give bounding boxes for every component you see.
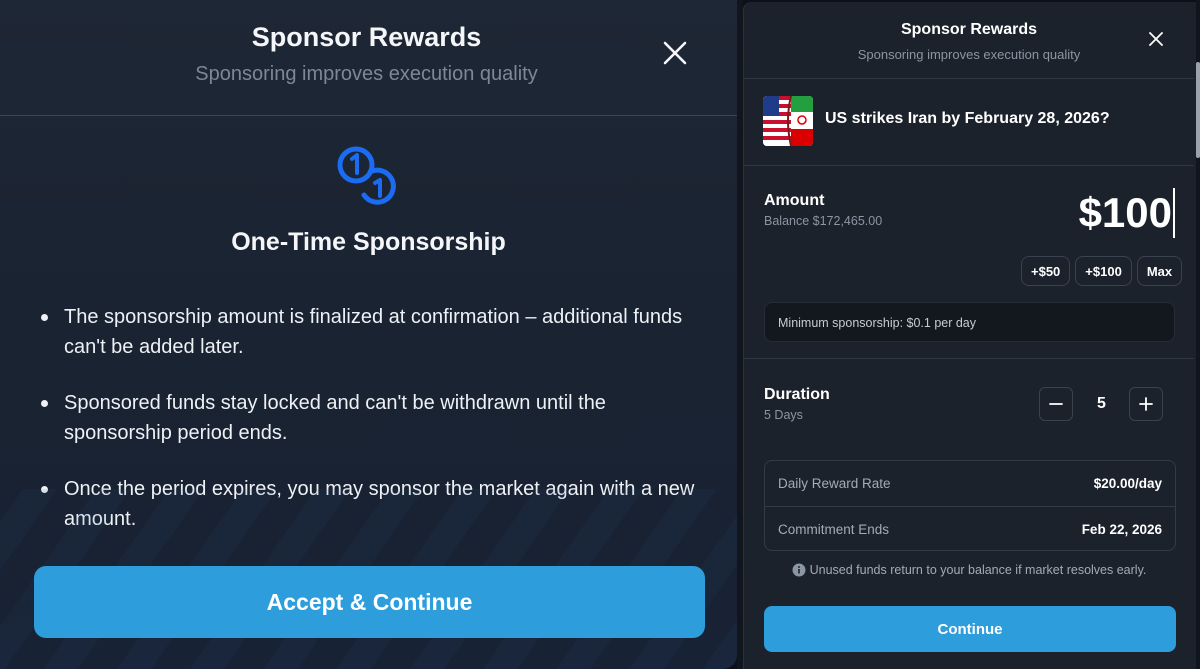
- duration-label: Duration: [764, 386, 830, 403]
- decrease-duration-button[interactable]: [1039, 387, 1073, 421]
- modal-header: Sponsor Rewards Sponsoring improves exec…: [0, 0, 737, 116]
- balance-text: Balance $172,465.00: [764, 214, 883, 228]
- note-text: Unused funds return to your balance if m…: [809, 563, 1147, 577]
- quick-amount-buttons: +$50 +$100 Max: [1021, 256, 1183, 286]
- market-image: [763, 96, 813, 146]
- sponsor-rewards-modal: Sponsor Rewards Sponsoring improves exec…: [743, 2, 1200, 669]
- close-icon[interactable]: [1146, 29, 1166, 49]
- minus-icon: [1049, 403, 1063, 405]
- add-50-button[interactable]: +$50: [1021, 256, 1071, 286]
- row-value: Feb 22, 2026: [1081, 522, 1162, 537]
- sponsorship-summary: Daily Reward Rate $20.00/day Commitment …: [764, 460, 1176, 551]
- sponsorship-heading: One-Time Sponsorship: [231, 228, 506, 256]
- list-item: The sponsorship amount is finalized at c…: [40, 302, 710, 362]
- increase-duration-button[interactable]: [1129, 387, 1163, 421]
- accept-continue-button[interactable]: Accept & Continue: [34, 566, 705, 638]
- daily-reward-rate-row: Daily Reward Rate $20.00/day: [765, 461, 1175, 506]
- scrollbar[interactable]: [1196, 0, 1200, 669]
- amount-input[interactable]: $100: [1079, 188, 1175, 238]
- modal-title: Sponsor Rewards: [251, 22, 482, 52]
- list-item: Sponsored funds stay locked and can't be…: [40, 388, 710, 448]
- row-label: Commitment Ends: [778, 522, 890, 537]
- max-button[interactable]: Max: [1136, 256, 1183, 286]
- modal-title: Sponsor Rewards: [900, 21, 1038, 38]
- coins-icon: [334, 143, 402, 209]
- plus-icon: [1139, 397, 1153, 411]
- continue-button[interactable]: Continue: [764, 606, 1176, 652]
- modal-subtitle: Sponsoring improves execution quality: [195, 63, 538, 85]
- modal-subtitle: Sponsoring improves execution quality: [857, 47, 1081, 62]
- close-icon[interactable]: [658, 36, 692, 70]
- list-item: Once the period expires, you may sponsor…: [40, 474, 710, 534]
- unused-funds-note: Unused funds return to your balance if m…: [744, 563, 1194, 580]
- row-value: $20.00/day: [1093, 476, 1162, 491]
- divider: [744, 165, 1194, 166]
- commitment-ends-row: Commitment Ends Feb 22, 2026: [765, 507, 1175, 552]
- sponsorship-terms-list: The sponsorship amount is finalized at c…: [40, 302, 710, 560]
- divider: [744, 358, 1194, 359]
- divider: [744, 78, 1194, 79]
- market-question: US strikes Iran by February 28, 2026?: [825, 110, 1110, 127]
- sponsor-rewards-modal-large: Sponsor Rewards Sponsoring improves exec…: [0, 0, 737, 669]
- duration-value: 5: [1097, 395, 1106, 412]
- amount-label: Amount: [764, 192, 825, 209]
- add-100-button[interactable]: +$100: [1075, 256, 1132, 286]
- scrollbar-thumb[interactable]: [1196, 62, 1200, 158]
- row-label: Daily Reward Rate: [778, 476, 891, 491]
- info-icon: [792, 563, 806, 580]
- duration-days-text: 5 Days: [764, 408, 803, 422]
- minimum-sponsorship-note: Minimum sponsorship: $0.1 per day: [764, 302, 1175, 342]
